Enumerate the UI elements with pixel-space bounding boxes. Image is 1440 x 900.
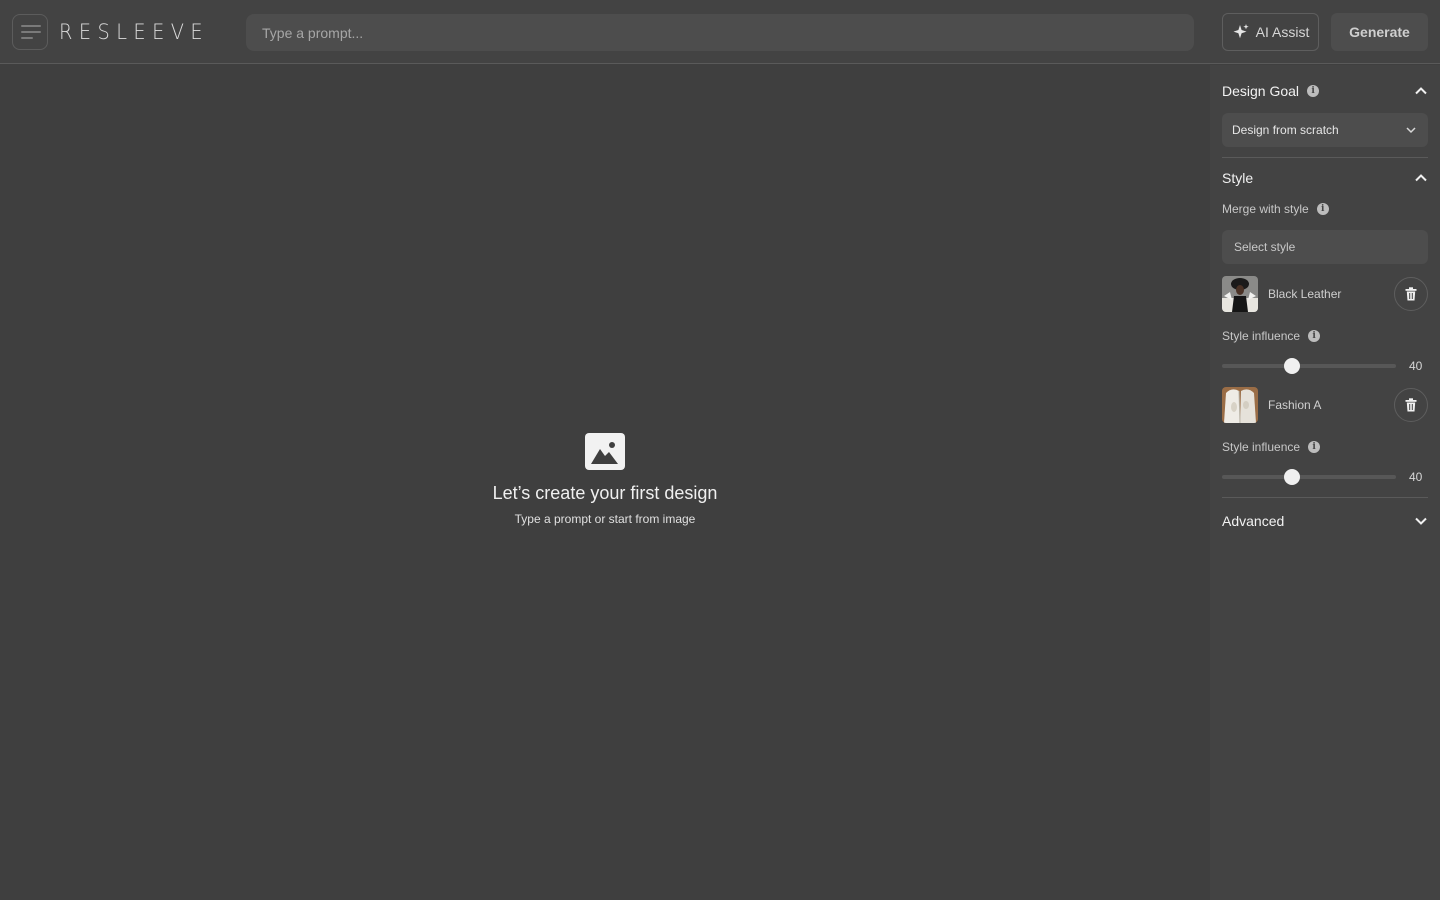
info-icon[interactable]: i	[1308, 330, 1321, 342]
style-thumbnail	[1222, 387, 1258, 423]
empty-state-title: Let’s create your first design	[492, 483, 718, 503]
style-item: Fashion A	[1222, 387, 1428, 423]
design-goal-title: Design Goal	[1222, 83, 1300, 99]
info-icon[interactable]: i	[1316, 203, 1329, 215]
design-goal-value: Design from scratch	[1232, 123, 1339, 137]
prompt-input[interactable]	[246, 14, 1194, 51]
menu-icon-line	[21, 37, 33, 39]
slider-thumb[interactable]	[1283, 358, 1300, 374]
ai-assist-button[interactable]: AI Assist	[1222, 13, 1319, 51]
slider-track[interactable]	[1222, 358, 1396, 374]
chevron-up-icon[interactable]	[1414, 171, 1428, 185]
style-title: Style	[1222, 170, 1254, 186]
advanced-header[interactable]: Advanced	[1222, 511, 1428, 531]
design-canvas: Let’s create your first design Type a pr…	[0, 65, 1210, 900]
chevron-down-icon[interactable]	[1414, 514, 1428, 528]
style-name: Black Leather	[1268, 287, 1342, 301]
chevron-up-icon[interactable]	[1414, 84, 1428, 98]
delete-style-button[interactable]	[1394, 277, 1428, 311]
advanced-title: Advanced	[1222, 513, 1285, 529]
style-influence-text: Style influence	[1222, 329, 1301, 343]
info-icon[interactable]: i	[1308, 441, 1321, 453]
slider-value: 40	[1409, 470, 1423, 484]
menu-button[interactable]	[12, 14, 48, 50]
style-item: Black Leather	[1222, 276, 1428, 312]
style-influence-label: Style influence i	[1222, 440, 1321, 454]
style-influence-text: Style influence	[1222, 440, 1301, 454]
generate-button[interactable]: Generate	[1331, 13, 1428, 51]
design-goal-header[interactable]: Design Goal i	[1222, 81, 1428, 101]
style-influence-label: Style influence i	[1222, 329, 1321, 343]
divider	[1222, 497, 1428, 498]
trash-icon	[1405, 398, 1417, 412]
menu-icon-line	[21, 31, 41, 33]
delete-style-button[interactable]	[1394, 388, 1428, 422]
empty-state-subtitle: Type a prompt or start from image	[514, 512, 696, 526]
top-bar: RESLEEVE AI Assist Generate	[0, 0, 1440, 64]
sparkle-icon	[1233, 24, 1249, 39]
slider-track[interactable]	[1222, 469, 1396, 485]
merge-label-text: Merge with style	[1222, 202, 1309, 216]
divider	[1222, 157, 1428, 158]
info-icon[interactable]: i	[1307, 85, 1320, 97]
merge-with-style-label: Merge with style i	[1222, 202, 1329, 216]
design-goal-select[interactable]: Design from scratch	[1222, 113, 1428, 147]
select-style-dropdown[interactable]: Select style	[1222, 230, 1428, 264]
style-influence-slider[interactable]: 40	[1222, 358, 1428, 374]
chevron-down-icon	[1406, 127, 1416, 134]
style-header[interactable]: Style	[1222, 168, 1428, 188]
trash-icon	[1405, 287, 1417, 301]
app-logo: RESLEEVE	[59, 20, 210, 44]
image-icon	[585, 433, 625, 470]
ai-assist-label: AI Assist	[1255, 24, 1310, 40]
select-style-placeholder: Select style	[1234, 240, 1296, 254]
slider-thumb[interactable]	[1283, 469, 1300, 485]
style-thumbnail	[1222, 276, 1258, 312]
style-influence-slider[interactable]: 40	[1222, 469, 1428, 485]
settings-panel: Design Goal i Design from scratch Style …	[1210, 65, 1440, 900]
empty-state: Let’s create your first design Type a pr…	[0, 433, 1210, 526]
style-name: Fashion A	[1268, 398, 1322, 412]
slider-value: 40	[1409, 359, 1423, 373]
menu-icon-line	[21, 25, 41, 27]
